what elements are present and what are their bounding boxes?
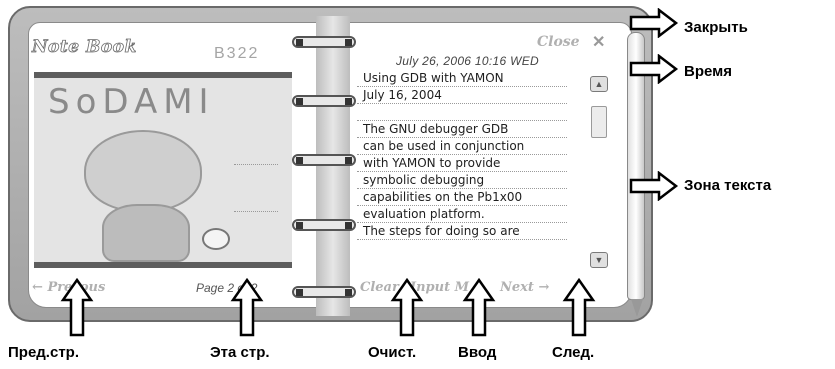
text-line [357, 104, 567, 121]
text-line: evaluation platform. [357, 206, 567, 223]
binder-ring [292, 219, 356, 231]
callout-close: Закрыть [684, 19, 748, 36]
callout-text-zone: Зона текста [684, 177, 772, 194]
notebook-code: B322 [214, 45, 260, 62]
arrow-up-icon [562, 278, 596, 337]
close-x-icon[interactable]: ✕ [592, 32, 605, 52]
scrollbar[interactable]: ▲ ▼ [585, 76, 613, 268]
close-button[interactable]: Close [537, 34, 580, 50]
chevron-down-icon: ▼ [594, 255, 604, 265]
dog-illustration [202, 228, 230, 250]
girl-body-illustration [102, 204, 190, 262]
arrow-up-icon [390, 278, 424, 337]
next-label: Next [500, 280, 534, 295]
text-line: symbolic debugging [357, 172, 567, 189]
arrow-right-icon [629, 54, 679, 84]
callout-this-page: Эта стр. [210, 344, 270, 361]
picture-logo: SoDAMI [48, 82, 215, 122]
text-line: can be used in conjunction [357, 138, 567, 155]
scroll-down-button[interactable]: ▼ [590, 252, 608, 268]
arrow-up-icon [462, 278, 496, 337]
callout-input: Ввод [458, 344, 497, 361]
girl-head-illustration [84, 130, 202, 212]
text-line: July 16, 2004 [357, 87, 567, 104]
arrow-left-icon: ← [32, 280, 43, 295]
handwriting-illustration [234, 164, 278, 212]
binder-ring [292, 286, 356, 298]
arrow-right-icon [629, 8, 679, 38]
chevron-up-icon: ▲ [594, 79, 604, 89]
callout-next: След. [552, 344, 595, 361]
binder-ring [292, 36, 356, 48]
arrow-right-icon: → [538, 280, 550, 295]
arrow-right-icon [629, 171, 679, 201]
text-line: The GNU debugger GDB [357, 121, 567, 138]
arrow-up-icon [230, 278, 264, 337]
binder-ring [292, 154, 356, 166]
text-zone[interactable]: Using GDB with YAMON July 16, 2004 The GN… [357, 70, 567, 262]
binder-ring [292, 95, 356, 107]
text-line: Using GDB with YAMON [357, 70, 567, 87]
page-picture: SoDAMI [34, 72, 292, 268]
callout-time: Время [684, 63, 732, 80]
next-button[interactable]: Next → [500, 280, 549, 295]
notebook-title: Note Book [32, 37, 137, 58]
callout-clear: Очист. [368, 344, 417, 361]
notebook-spine [316, 16, 350, 316]
callout-prev-page: Пред.стр. [8, 344, 79, 361]
scroll-thumb[interactable] [591, 106, 607, 138]
arrow-up-icon [60, 278, 94, 337]
scroll-up-button[interactable]: ▲ [590, 76, 608, 92]
datetime-display: July 26, 2006 10:16 WED [396, 54, 539, 68]
text-line: capabilities on the Pb1x00 [357, 189, 567, 206]
text-line: with YAMON to provide [357, 155, 567, 172]
text-line: The steps for doing so are [357, 223, 567, 240]
